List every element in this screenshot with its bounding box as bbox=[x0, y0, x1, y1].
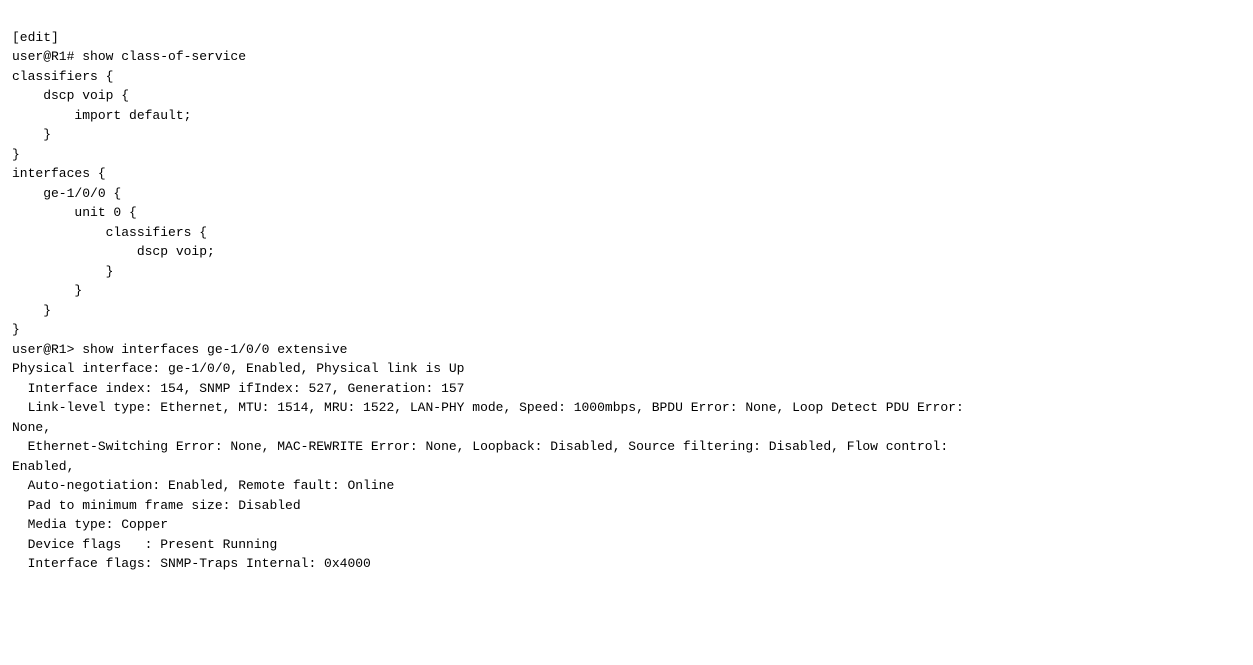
terminal-line: Enabled, bbox=[12, 457, 1241, 477]
terminal-line: } bbox=[12, 262, 1241, 282]
terminal-line: Media type: Copper bbox=[12, 515, 1241, 535]
terminal-line: Link-level type: Ethernet, MTU: 1514, MR… bbox=[12, 398, 1241, 418]
terminal-line: dscp voip; bbox=[12, 242, 1241, 262]
terminal-line: dscp voip { bbox=[12, 86, 1241, 106]
terminal-line: user@R1> show interfaces ge-1/0/0 extens… bbox=[12, 340, 1241, 360]
terminal-line: } bbox=[12, 281, 1241, 301]
terminal-line: user@R1# show class-of-service bbox=[12, 47, 1241, 67]
terminal-line: } bbox=[12, 145, 1241, 165]
terminal-line: Auto-negotiation: Enabled, Remote fault:… bbox=[12, 476, 1241, 496]
terminal-line: [edit] bbox=[12, 28, 1241, 48]
terminal-output: [edit]user@R1# show class-of-serviceclas… bbox=[12, 8, 1241, 574]
terminal-line: ge-1/0/0 { bbox=[12, 184, 1241, 204]
terminal-line: Device flags : Present Running bbox=[12, 535, 1241, 555]
terminal-line: unit 0 { bbox=[12, 203, 1241, 223]
terminal-line: Ethernet-Switching Error: None, MAC-REWR… bbox=[12, 437, 1241, 457]
terminal-line: classifiers { bbox=[12, 223, 1241, 243]
terminal-line: classifiers { bbox=[12, 67, 1241, 87]
terminal-line: } bbox=[12, 125, 1241, 145]
terminal-line: } bbox=[12, 320, 1241, 340]
terminal-line: Interface flags: SNMP-Traps Internal: 0x… bbox=[12, 554, 1241, 574]
terminal-line: Physical interface: ge-1/0/0, Enabled, P… bbox=[12, 359, 1241, 379]
terminal-line: interfaces { bbox=[12, 164, 1241, 184]
terminal-line: import default; bbox=[12, 106, 1241, 126]
terminal-line: None, bbox=[12, 418, 1241, 438]
terminal-line: Interface index: 154, SNMP ifIndex: 527,… bbox=[12, 379, 1241, 399]
terminal-line: } bbox=[12, 301, 1241, 321]
terminal-line: Pad to minimum frame size: Disabled bbox=[12, 496, 1241, 516]
